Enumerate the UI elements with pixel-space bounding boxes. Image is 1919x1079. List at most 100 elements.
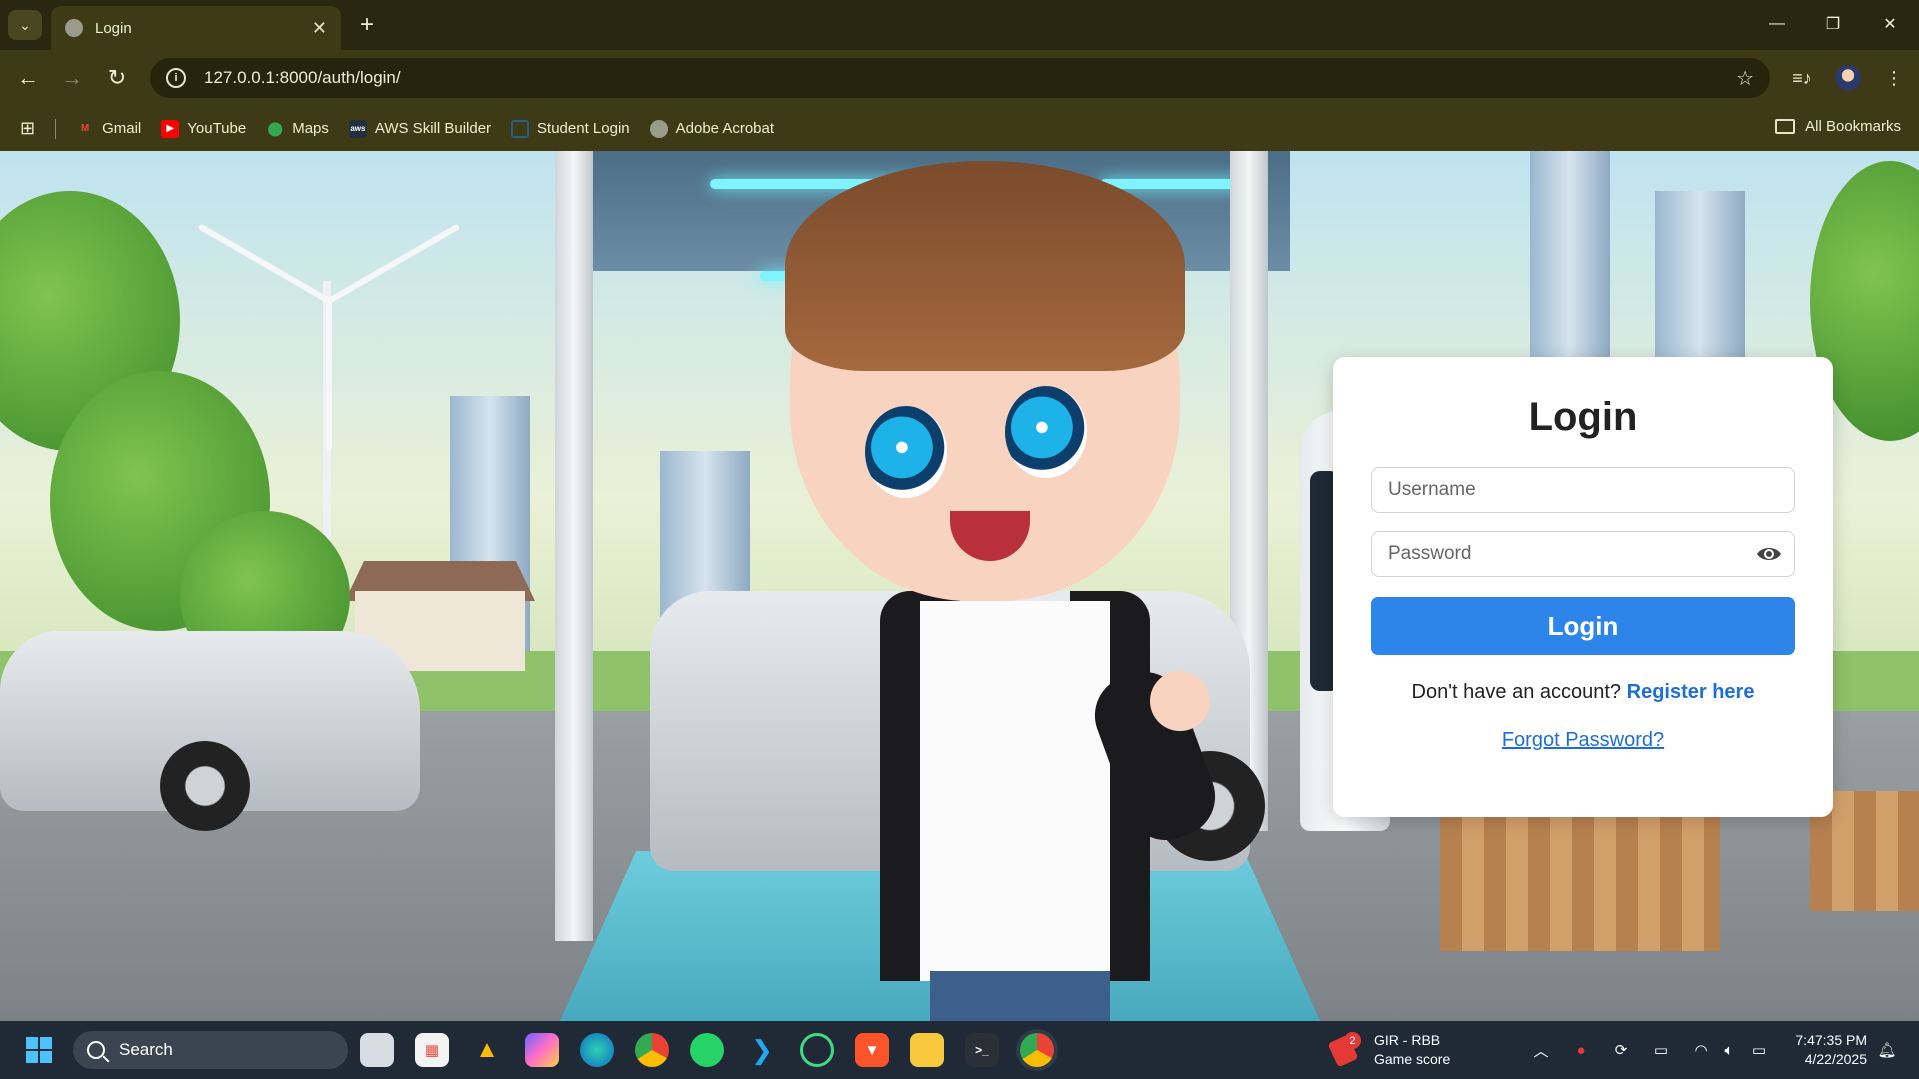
turbine-blade <box>326 301 332 451</box>
google-drive-icon[interactable]: ▲ <box>470 1033 504 1067</box>
all-bookmarks-button[interactable]: All Bookmarks <box>1775 118 1901 135</box>
eye-icon[interactable] <box>1756 544 1782 564</box>
reload-button[interactable]: ↻ <box>101 62 133 94</box>
bookmark-label: Maps <box>292 120 329 137</box>
login-page: Login Login Don't have an account? Regis… <box>0 151 1919 1021</box>
toolbar: ← → ↻ i 127.0.0.1:8000/auth/login/ ☆ ≡♪ … <box>0 50 1919 106</box>
close-icon[interactable]: ✕ <box>312 18 327 39</box>
windows-start-icon[interactable] <box>22 1033 56 1067</box>
globe-icon <box>65 19 83 37</box>
login-title: Login <box>1528 395 1638 439</box>
menu-dots-icon[interactable]: ⋮ <box>1878 62 1910 94</box>
bookmark-youtube[interactable]: ▶ YouTube <box>161 119 247 138</box>
no-account-text: Don't have an account? <box>1411 681 1622 703</box>
clock-time: 7:47:35 PM <box>1795 1032 1867 1048</box>
chrome-icon[interactable] <box>635 1033 669 1067</box>
arrow-right-icon: → <box>61 65 83 90</box>
clock[interactable]: 7:47:35 PM 4/22/2025 <box>1795 1031 1867 1069</box>
bookmark-gmail[interactable]: M Gmail <box>76 120 141 138</box>
tab-strip: ⌄ Login ✕ + — ❐ ✕ <box>0 0 1919 50</box>
folder-icon <box>1775 119 1796 134</box>
bookmark-label: Adobe Acrobat <box>675 120 775 137</box>
info-icon[interactable]: i <box>166 68 186 88</box>
media-control-icon[interactable]: ≡♪ <box>1786 62 1818 94</box>
bookmark-label: Gmail <box>102 120 142 137</box>
username-input[interactable] <box>1372 468 1794 512</box>
canopy-pillar <box>555 151 593 941</box>
chrome-active-icon[interactable] <box>1020 1033 1054 1067</box>
notification-icon[interactable]: 🔔︎ <box>1876 1039 1898 1061</box>
brave-icon[interactable]: ▼ <box>855 1033 889 1067</box>
bookmark-maps[interactable]: ⬤ Maps <box>266 120 329 138</box>
forgot-password-link[interactable]: Forgot Password? <box>1371 729 1795 752</box>
sync-icon[interactable]: ⟳ <box>1610 1039 1632 1061</box>
profile-button[interactable] <box>1832 62 1864 94</box>
character-pants <box>930 971 1110 1021</box>
arrow-left-icon: ← <box>17 65 39 90</box>
gmail-icon: M <box>80 123 90 134</box>
taskbar-search[interactable]: Search <box>73 1031 348 1069</box>
minimize-button[interactable]: — <box>1757 8 1797 40</box>
battery-icon[interactable]: ▭ <box>1748 1039 1770 1061</box>
close-window-button[interactable]: ✕ <box>1870 8 1910 40</box>
star-icon[interactable]: ☆ <box>1736 66 1754 91</box>
edge-icon[interactable] <box>580 1033 614 1067</box>
tab-search-button[interactable]: ⌄ <box>8 10 42 40</box>
volume-icon[interactable]: 🔈︎ <box>1718 1039 1740 1061</box>
bookmark-label: YouTube <box>187 120 247 137</box>
youtube-icon: ▶ <box>161 119 180 138</box>
car-wheel <box>160 741 250 831</box>
reload-icon: ↻ <box>107 65 127 90</box>
terminal-icon[interactable]: >_ <box>965 1033 999 1067</box>
display-icon[interactable]: ▭ <box>1650 1039 1672 1061</box>
browser-chrome: ⌄ Login ✕ + — ❐ ✕ ← → ↻ i 127.0.0.1:8000… <box>0 0 1919 151</box>
maps-icon: ⬤ <box>267 120 284 136</box>
search-icon <box>87 1041 105 1059</box>
bookmark-label: AWS Skill Builder <box>374 120 492 137</box>
tab-login[interactable]: Login ✕ <box>51 6 341 50</box>
task-view-icon[interactable] <box>360 1033 394 1067</box>
character-eye <box>1005 386 1087 478</box>
bookmark-label: Student Login <box>537 120 630 137</box>
back-button[interactable]: ← <box>12 62 44 94</box>
game-title: GIR - RBB <box>1374 1032 1441 1048</box>
character-shirt <box>920 601 1110 981</box>
password-input[interactable] <box>1372 532 1794 576</box>
character-eye <box>865 406 947 498</box>
character-hand <box>1150 671 1210 731</box>
all-bookmarks-label: All Bookmarks <box>1805 118 1901 135</box>
restore-button[interactable]: ❐ <box>1813 8 1853 40</box>
register-prompt: Don't have an account? Register here <box>1371 681 1795 704</box>
url-text[interactable]: 127.0.0.1:8000/auth/login/ <box>204 68 1736 88</box>
bookmarks-bar: ⊞ M Gmail ▶ YouTube ⬤ Maps aws AWS Skill Bui… <box>0 106 1919 151</box>
game-badge: 2 <box>1344 1032 1361 1049</box>
globe-icon <box>649 119 668 138</box>
new-tab-button[interactable]: + <box>352 10 382 40</box>
chevron-up-icon[interactable]: ︿ <box>1530 1039 1552 1061</box>
address-bar[interactable]: i 127.0.0.1:8000/auth/login/ ☆ <box>150 58 1770 98</box>
copilot-icon[interactable] <box>525 1033 559 1067</box>
clock-date: 4/22/2025 <box>1804 1051 1867 1067</box>
forward-button[interactable]: → <box>56 62 88 94</box>
bookmark-student-login[interactable]: Student Login <box>511 119 630 138</box>
login-card: Login Login Don't have an account? Regis… <box>1333 357 1833 817</box>
wifi-icon[interactable]: ◠ <box>1690 1039 1712 1061</box>
security-icon[interactable]: ● <box>1570 1039 1592 1061</box>
character-hair <box>785 161 1185 371</box>
login-button[interactable]: Login <box>1371 597 1795 655</box>
aws-icon: aws <box>348 119 367 138</box>
vscode-icon[interactable]: ❯ <box>745 1033 779 1067</box>
password-field[interactable] <box>1371 531 1795 577</box>
bookmark-adobe-acrobat[interactable]: Adobe Acrobat <box>649 119 775 138</box>
whatsapp-icon[interactable] <box>690 1033 724 1067</box>
store-icon[interactable]: ▦ <box>415 1033 449 1067</box>
apps-grid-icon[interactable]: ⊞ <box>20 118 35 139</box>
refresh-app-icon[interactable] <box>800 1033 834 1067</box>
file-explorer-icon[interactable] <box>910 1033 944 1067</box>
register-link[interactable]: Register here <box>1627 681 1755 703</box>
bookmark-aws[interactable]: aws AWS Skill Builder <box>348 119 492 138</box>
game-score-widget[interactable]: 2 GIR - RBB Game score <box>1327 1031 1450 1069</box>
username-field[interactable] <box>1371 467 1795 513</box>
planter <box>1440 811 1720 951</box>
student-login-icon <box>511 119 530 138</box>
